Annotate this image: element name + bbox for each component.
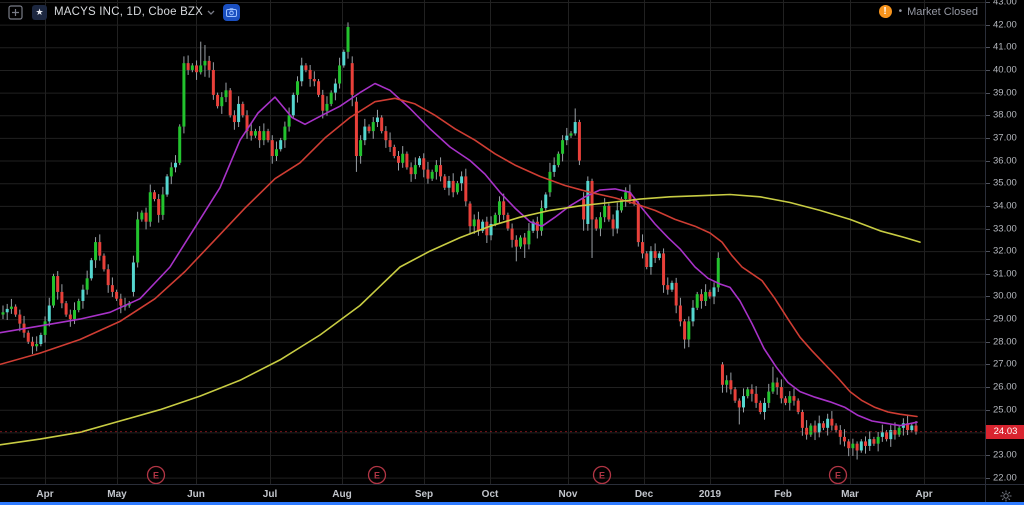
time-axis-label: May: [107, 489, 127, 500]
symbol-title[interactable]: MACYS INC, 1D, Cboe BZX: [54, 6, 203, 18]
chart-header: ★ MACYS INC, 1D, Cboe BZX: [0, 0, 985, 24]
price-axis-tick: [986, 409, 990, 411]
price-axis-label: 23.00: [993, 449, 1017, 461]
price-axis-tick: [986, 47, 990, 49]
price-axis-tick: [986, 92, 990, 94]
snapshot-camera-button[interactable]: [223, 3, 241, 21]
status-dot-icon: •: [898, 6, 903, 17]
chart-plot-area[interactable]: EEEE: [0, 0, 985, 484]
price-chart[interactable]: EEEE: [0, 0, 985, 484]
earnings-marker[interactable]: E: [592, 465, 612, 484]
earnings-marker[interactable]: E: [367, 465, 387, 484]
price-axis-tick: [986, 160, 990, 162]
time-axis-label: Jun: [187, 489, 205, 500]
price-axis-label: 28.00: [993, 336, 1017, 348]
svg-text:E: E: [599, 471, 605, 481]
add-compare-icon[interactable]: [8, 4, 23, 20]
price-axis-tick: [986, 364, 990, 366]
price-axis-tick: [986, 228, 990, 230]
price-axis-label: 32.00: [993, 245, 1017, 257]
price-axis-label: 36.00: [993, 155, 1017, 167]
time-axis-label: Nov: [558, 489, 578, 500]
price-axis-label: 43.00: [993, 0, 1017, 8]
earnings-marker[interactable]: E: [828, 465, 848, 484]
time-axis-label: Oct: [481, 489, 499, 500]
price-axis-tick: [986, 24, 990, 26]
price-axis-tick: [986, 251, 990, 253]
price-axis-label: 38.00: [993, 109, 1017, 121]
time-axis-label: Feb: [774, 489, 792, 500]
price-axis-label: 39.00: [993, 87, 1017, 99]
chevron-down-icon[interactable]: [207, 10, 215, 15]
alert-icon[interactable]: !: [878, 5, 892, 18]
price-axis-tick: [986, 455, 990, 456]
market-status-label: Market Closed: [907, 5, 978, 18]
price-axis-label: 27.00: [993, 358, 1017, 370]
symbol-logo-icon: ★: [32, 4, 47, 20]
time-axis-label: Apr: [36, 489, 54, 500]
price-axis-tick: [986, 205, 990, 207]
price-axis-tick: [986, 319, 990, 321]
price-axis-tick: [986, 2, 990, 3]
price-axis-label: 30.00: [993, 290, 1017, 302]
price-axis-label: 41.00: [993, 41, 1017, 53]
price-axis-tick: [986, 183, 990, 185]
earnings-markers: EEEE: [146, 465, 848, 484]
price-axis-tick: [986, 387, 990, 389]
svg-text:E: E: [374, 471, 380, 481]
price-axis-label: 33.00: [993, 223, 1017, 234]
gear-icon[interactable]: [1000, 490, 1012, 502]
price-axis-label: 26.00: [993, 381, 1017, 393]
price-axis-tick: [986, 296, 990, 298]
time-axis-label: Dec: [634, 489, 654, 500]
grid-lines: [0, 0, 985, 484]
earnings-marker[interactable]: E: [146, 465, 166, 484]
time-axis-label: 2019: [698, 489, 722, 500]
candle-wicks: [2, 22, 917, 460]
price-axis-label: 31.00: [993, 268, 1017, 280]
price-axis-tick: [986, 137, 990, 139]
price-axis-label: 37.00: [993, 132, 1017, 144]
trading-chart-app: E E E E ★ MACYS INC, 1D, Cboe BZX ! • Marke…: [0, 0, 1024, 505]
price-axis-label: 42.00: [993, 19, 1017, 31]
price-axis-label: 22.00: [993, 472, 1017, 484]
price-axis-tick: [986, 477, 990, 479]
price-axis-label: 34.00: [993, 200, 1017, 212]
time-axis-label: Mar: [841, 489, 859, 500]
time-axis-label: Apr: [915, 489, 933, 500]
last-price-badge: 24.03: [986, 424, 1024, 439]
price-axis-tick: [986, 273, 990, 275]
price-axis-tick: [986, 69, 990, 71]
price-axis[interactable]: 24.03 43.00 42.00 41.00 40.00 39.00 38.00 37.0…: [985, 0, 1024, 484]
price-axis-label: 25.00: [993, 404, 1017, 416]
time-axis-label: Sep: [414, 489, 434, 500]
time-axis-label: Aug: [332, 489, 352, 500]
market-status: ! • Market Closed: [878, 5, 978, 18]
price-axis-label: 29.00: [993, 313, 1017, 325]
price-axis-tick: [986, 341, 990, 343]
price-axis-label: 40.00: [993, 64, 1017, 76]
time-axis-label: Jul: [262, 489, 278, 500]
svg-text:E: E: [153, 471, 159, 481]
price-axis-tick: [986, 115, 990, 117]
price-axis-label: 35.00: [993, 177, 1017, 189]
svg-text:E: E: [835, 471, 841, 481]
